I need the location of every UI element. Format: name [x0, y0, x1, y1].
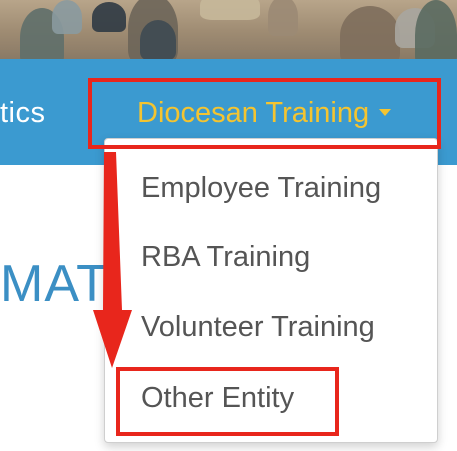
caret-down-icon [379, 108, 392, 116]
nav-item-partial[interactable]: tics [0, 93, 46, 133]
nav-dropdown-label: Diocesan Training [137, 97, 370, 129]
page-heading: MAT [0, 255, 109, 313]
diocesan-training-dropdown-menu: Employee Training RBA Training Volunteer… [104, 138, 438, 443]
menu-item-rba-training[interactable]: RBA Training [141, 237, 310, 277]
menu-item-other-entity[interactable]: Other Entity [141, 378, 294, 418]
menu-item-employee-training[interactable]: Employee Training [141, 168, 381, 208]
nav-dropdown-diocesan-training[interactable]: Diocesan Training [137, 93, 392, 133]
header-banner-image [0, 0, 457, 59]
screenshot: tics Diocesan Training MAT Employee Trai… [0, 0, 457, 451]
menu-item-volunteer-training[interactable]: Volunteer Training [141, 307, 375, 347]
